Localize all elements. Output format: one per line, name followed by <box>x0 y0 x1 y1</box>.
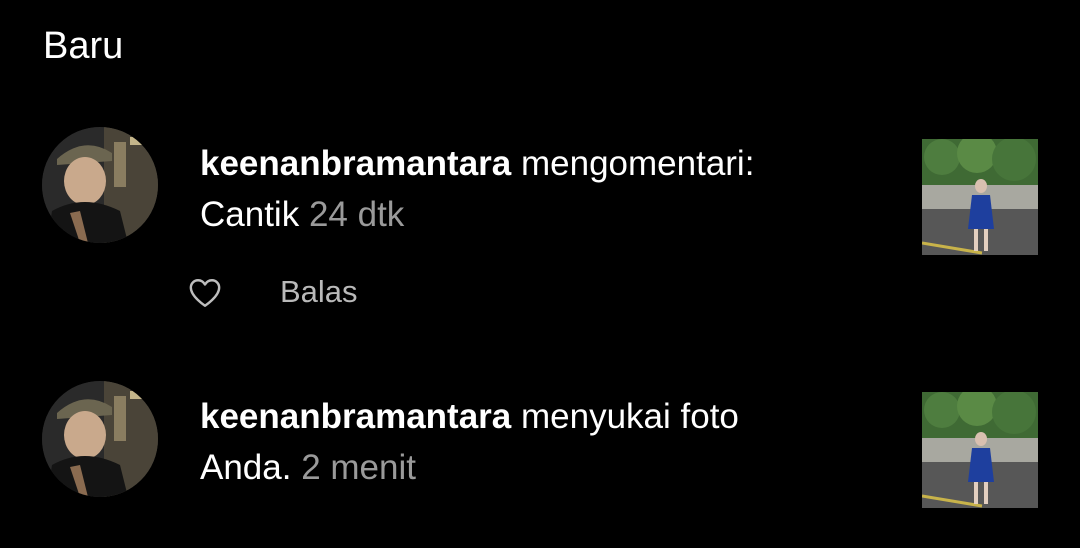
post-thumbnail[interactable] <box>922 392 1038 508</box>
notification-text[interactable]: keenanbramantara mengomentari: Cantik 24… <box>200 138 880 240</box>
action-text: mengomentari: <box>511 144 755 183</box>
reply-button[interactable]: Balas <box>280 272 358 312</box>
profile-photo <box>42 381 158 497</box>
timestamp: 2 menit <box>291 448 416 487</box>
heart-outline-icon[interactable] <box>188 277 222 309</box>
notification-text[interactable]: keenanbramantara menyukai foto Anda. 2 m… <box>200 391 880 493</box>
profile-photo <box>42 127 158 243</box>
avatar[interactable] <box>42 127 158 243</box>
post-thumbnail[interactable] <box>922 139 1038 255</box>
action-text-continued: Anda. <box>200 448 292 487</box>
comment-text: Cantik <box>200 195 300 234</box>
timestamp: 24 dtk <box>299 195 405 234</box>
post-photo <box>922 139 1038 255</box>
username[interactable]: keenanbramantara <box>200 397 511 436</box>
section-title-new: Baru <box>43 25 124 67</box>
action-text: menyukai foto <box>511 397 739 436</box>
post-photo <box>922 392 1038 508</box>
username[interactable]: keenanbramantara <box>200 144 511 183</box>
avatar[interactable] <box>42 381 158 497</box>
